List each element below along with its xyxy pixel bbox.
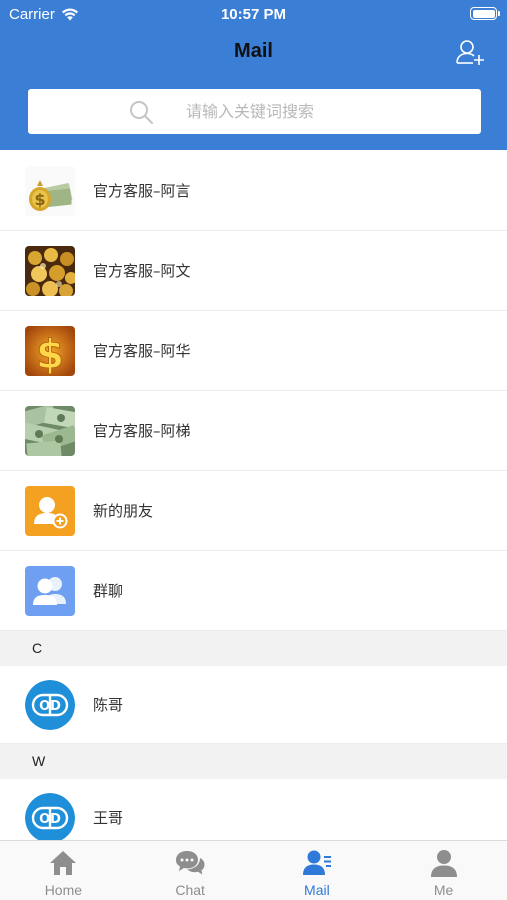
clock: 10:57 PM (220, 6, 287, 23)
person-icon (430, 850, 457, 877)
battery-icon (470, 7, 500, 20)
contact-name: 陈哥 (93, 696, 124, 714)
group-chat-item[interactable]: 群聊 (0, 551, 507, 631)
section-header-w: W (0, 744, 507, 779)
list-item-label: 群聊 (93, 582, 124, 600)
contact-row[interactable]: OD 陈哥 (0, 666, 507, 744)
list-item[interactable]: 官方客服–阿文 (0, 231, 507, 311)
cash-bills-avatar (25, 406, 75, 456)
tab-label: Mail (304, 882, 330, 898)
status-bar: Carrier 10:57 PM (0, 0, 507, 30)
chat-bubbles-icon (176, 851, 205, 875)
contact-list: $ 官方客服–阿言 官方客服–阿文 $ 官方客服–阿华 官方客服–阿梯 新的朋友… (0, 151, 507, 857)
svg-text:$: $ (34, 190, 45, 209)
list-item[interactable]: $ 官方客服–阿言 (0, 151, 507, 231)
gold-coins-avatar (25, 246, 75, 296)
list-item-label: 官方客服–阿华 (93, 342, 191, 360)
add-contact-icon[interactable] (455, 38, 485, 66)
tab-home[interactable]: Home (0, 841, 127, 900)
new-friends-item[interactable]: 新的朋友 (0, 471, 507, 551)
tab-label: Me (433, 882, 454, 898)
list-item-label: 新的朋友 (93, 502, 154, 520)
search-icon (130, 101, 153, 124)
tab-chat[interactable]: Chat (127, 841, 254, 900)
group-chat-icon (25, 566, 75, 616)
header: Carrier 10:57 PM Mail (0, 0, 507, 150)
contacts-icon (302, 850, 331, 875)
dollar-sign-avatar: $ (25, 326, 75, 376)
contact-avatar-text: OD (39, 812, 61, 827)
tab-mail[interactable]: Mail (254, 841, 381, 900)
contact-avatar: OD (25, 793, 75, 843)
new-friend-icon (25, 486, 75, 536)
list-item[interactable]: 官方客服–阿梯 (0, 391, 507, 471)
list-item-label: 官方客服–阿文 (93, 262, 191, 280)
tab-label: Home (44, 882, 83, 898)
contact-avatar-text: OD (39, 699, 61, 714)
search-box (28, 89, 481, 134)
money-stack-avatar: $ (25, 166, 75, 216)
svg-text:$: $ (36, 332, 64, 376)
list-item-label: 官方客服–阿言 (93, 182, 191, 200)
tab-me[interactable]: Me (380, 841, 507, 900)
home-icon (50, 851, 77, 875)
tab-bar: Home Chat Mail Me (0, 840, 507, 900)
list-item[interactable]: $ 官方客服–阿华 (0, 311, 507, 391)
contact-avatar: OD (25, 680, 75, 730)
tab-label: Chat (175, 882, 205, 898)
section-header-c: C (0, 631, 507, 666)
list-item-label: 官方客服–阿梯 (93, 422, 191, 440)
page-title: Mail (234, 40, 273, 62)
search-input[interactable] (186, 89, 466, 134)
